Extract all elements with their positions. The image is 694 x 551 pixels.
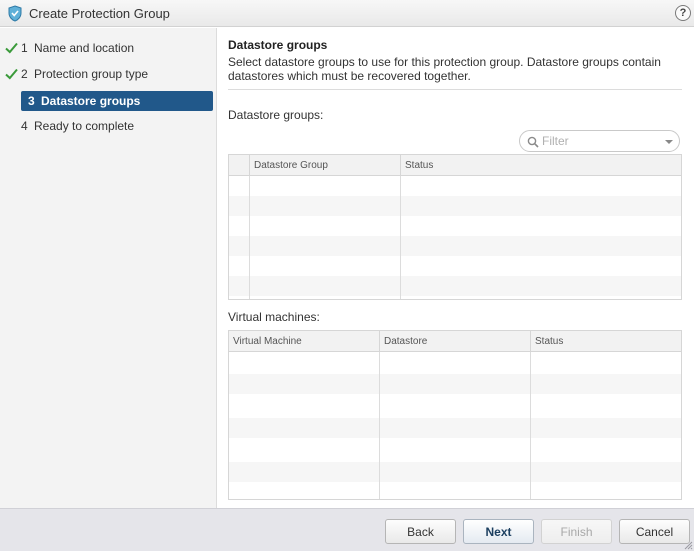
wizard-step-label: Protection group type [34,67,149,81]
virtual-machines-table: Virtual Machine Datastore Status [228,330,682,500]
page-description: Select datastore groups to use for this … [228,55,661,83]
column-divider [530,352,531,499]
table-row [229,462,681,482]
protection-group-shield-icon [8,5,22,22]
page-title: Datastore groups [228,38,328,52]
divider [228,89,682,90]
table-row [229,418,681,438]
wizard-step-label: Name and location [34,41,135,55]
table-row [229,176,681,196]
wizard-step-name-and-location[interactable]: 1 Name and location [21,38,213,58]
table-header: Datastore Group Status [229,155,681,176]
column-header-datastore[interactable]: Datastore [380,331,531,352]
table-row [229,196,681,216]
wizard-step-ready-to-complete[interactable]: 4 Ready to complete [21,116,213,136]
column-header-status[interactable]: Status [531,331,681,352]
cancel-button[interactable]: Cancel [619,519,690,544]
column-header-virtual-machine[interactable]: Virtual Machine [229,331,380,352]
table-row [229,216,681,236]
select-column-header[interactable] [229,155,250,176]
dialog-title: Create Protection Group [29,6,170,21]
filter-input[interactable] [542,133,657,149]
checkmark-icon [5,42,18,54]
datastore-groups-table: Datastore Group Status [228,154,682,300]
table-row [229,256,681,276]
column-divider [249,176,250,299]
checkmark-icon [5,68,18,80]
filter-box[interactable] [519,130,680,152]
column-header-status[interactable]: Status [401,155,681,176]
table-row [229,374,681,394]
table-header: Virtual Machine Datastore Status [229,331,681,352]
datastore-groups-label: Datastore groups: [228,108,324,122]
wizard-step-label: Datastore groups [41,94,141,108]
help-icon[interactable]: ? [675,5,691,21]
table-row [229,396,681,416]
wizard-step-protection-group-type[interactable]: 2 Protection group type [21,64,213,84]
wizard-step-datastore-groups[interactable]: 3 Datastore groups [21,91,213,111]
wizard-footer: Back Next Finish Cancel [0,508,694,551]
back-button[interactable]: Back [385,519,456,544]
column-divider [400,176,401,299]
resize-grip-icon[interactable] [683,540,693,550]
search-icon [527,136,539,148]
table-row [229,236,681,256]
next-button[interactable]: Next [463,519,534,544]
wizard-content-pane: Datastore groups Select datastore groups… [218,28,694,508]
table-row [229,484,681,499]
chevron-down-icon[interactable] [665,140,673,144]
table-row [229,276,681,296]
table-row [229,352,681,372]
column-header-datastore-group[interactable]: Datastore Group [250,155,401,176]
wizard-step-label: Ready to complete [34,119,135,133]
column-divider [379,352,380,499]
dialog-titlebar: Create Protection Group ? [0,0,694,27]
finish-button: Finish [541,519,612,544]
table-row [229,440,681,460]
wizard-steps-sidebar: 1 Name and location 2 Protection group t… [0,28,217,508]
virtual-machines-label: Virtual machines: [228,310,320,324]
